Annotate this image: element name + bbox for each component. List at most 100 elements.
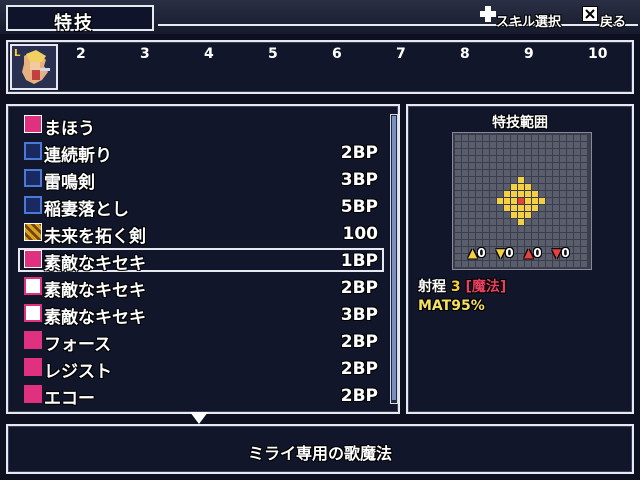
range-info: 射程 3 [魔法] — [418, 276, 506, 296]
range-grid-cell — [455, 142, 461, 148]
party-slot-7[interactable]: 7 — [396, 46, 406, 62]
range-label: 射程 — [418, 279, 446, 295]
miracle-song-plus1-icon — [24, 277, 42, 295]
range-target-cell — [511, 212, 517, 218]
range-grid-cell — [532, 142, 538, 148]
range-grid-cell — [455, 219, 461, 225]
range-grid-cell — [469, 177, 475, 183]
skill-cost: 2BP — [340, 386, 378, 406]
range-grid-cell — [462, 205, 468, 211]
range-grid-cell — [518, 135, 524, 141]
skill-row-renzokugiri[interactable]: 連続斬り 2BP — [22, 139, 384, 166]
range-grid-cell — [560, 163, 566, 169]
range-grid-cell — [539, 212, 545, 218]
skill-row-suteki-na-kiseki-1[interactable]: 素敵なキセキ 1BP — [22, 247, 384, 274]
future-sword-icon — [24, 223, 42, 241]
range-grid-cell — [518, 149, 524, 155]
range-grid-cell — [539, 149, 545, 155]
party-slot-1[interactable]: L — [10, 44, 58, 90]
range-grid-cell — [469, 184, 475, 190]
range-target-cell — [497, 198, 503, 204]
range-grid-cell — [581, 177, 587, 183]
range-grid-cell — [532, 149, 538, 155]
range-grid-cell — [553, 233, 559, 239]
party-slot-9[interactable]: 9 — [524, 46, 534, 62]
hint-back-label[interactable]: 戻る — [600, 11, 626, 30]
range-grid-cell — [546, 135, 552, 141]
skill-name: 素敵なキセキ — [44, 308, 146, 328]
range-grid-cell — [469, 135, 475, 141]
party-slot-3[interactable]: 3 — [140, 46, 150, 62]
range-grid-cell — [490, 156, 496, 162]
range-target-cell — [539, 198, 545, 204]
skill-row-echo[interactable]: エコー 2BP — [22, 382, 384, 409]
range-target-cell — [525, 198, 531, 204]
range-grid-cell — [497, 261, 503, 267]
range-grid-cell — [518, 170, 524, 176]
skill-row-inazuma-otoshi[interactable]: 稲妻落とし 5BP — [22, 193, 384, 220]
range-grid-cell — [511, 135, 517, 141]
skill-row-suteki-na-kiseki-2[interactable]: 素敵なキセキ 2BP — [22, 274, 384, 301]
range-grid-cell — [567, 177, 573, 183]
range-grid-cell — [581, 149, 587, 155]
party-slot-6[interactable]: 6 — [332, 46, 342, 62]
range-grid-cell — [483, 226, 489, 232]
range-grid-cell — [462, 163, 468, 169]
range-grid-cell — [574, 163, 580, 169]
range-grid-cell — [581, 170, 587, 176]
range-grid-cell — [518, 233, 524, 239]
skill-name: 稲妻落とし — [44, 200, 129, 220]
range-grid-cell — [469, 226, 475, 232]
skill-description: ミライ専用の歌魔法 — [247, 444, 392, 463]
range-grid-cell — [518, 226, 524, 232]
range-grid-cell — [483, 184, 489, 190]
range-grid-cell — [539, 261, 545, 267]
party-slot-8[interactable]: 8 — [460, 46, 470, 62]
skill-row-resist[interactable]: レジスト 2BP — [22, 355, 384, 382]
skill-row-magic[interactable]: まほう — [22, 112, 384, 139]
range-grid-cell — [455, 149, 461, 155]
skill-list-scrollbar[interactable] — [390, 114, 398, 404]
range-grid-cell — [497, 163, 503, 169]
skill-row-mirai-ken[interactable]: 未来を拓く剣 100 — [22, 220, 384, 247]
range-grid-cell — [539, 163, 545, 169]
range-grid-cell — [546, 261, 552, 267]
scrollbar-thumb[interactable] — [392, 116, 396, 400]
miracle-song-plus2-icon — [24, 304, 42, 322]
party-slot-4[interactable]: 4 — [204, 46, 214, 62]
up-arrow-yellow-icon: ▲ — [468, 246, 478, 260]
range-grid-cell — [567, 198, 573, 204]
range-grid-cell — [581, 184, 587, 190]
party-slot-10[interactable]: 10 — [588, 46, 607, 62]
range-grid-cell — [469, 205, 475, 211]
range-grid-cell — [497, 156, 503, 162]
range-grid-cell — [497, 219, 503, 225]
range-grid-cell — [462, 170, 468, 176]
range-grid-cell — [532, 261, 538, 267]
range-target-cell — [532, 191, 538, 197]
party-slot-5[interactable]: 5 — [268, 46, 278, 62]
party-slot-2[interactable]: 2 — [76, 46, 86, 62]
skill-row-suteki-na-kiseki-3[interactable]: 素敵なキセキ 3BP — [22, 301, 384, 328]
range-grid-cell — [553, 261, 559, 267]
range-grid-cell — [511, 233, 517, 239]
range-target-cell — [518, 184, 524, 190]
range-grid-cell — [476, 184, 482, 190]
range-grid-cell — [567, 261, 573, 267]
x-button-icon[interactable] — [582, 6, 598, 22]
range-grid-cell — [504, 177, 510, 183]
skill-cost: 2BP — [340, 143, 378, 163]
range-grid-cell — [490, 219, 496, 225]
range-grid-cell — [455, 156, 461, 162]
range-grid-cell — [490, 163, 496, 169]
range-grid-cell — [560, 198, 566, 204]
range-grid-cell — [476, 205, 482, 211]
range-grid-cell — [504, 219, 510, 225]
skill-row-force[interactable]: フォース 2BP — [22, 328, 384, 355]
up-arrow-red-icon: ▲ — [524, 246, 534, 260]
range-grid-cell — [560, 135, 566, 141]
range-grid-cell — [504, 226, 510, 232]
skill-row-raimeiken[interactable]: 雷鳴剣 3BP — [22, 166, 384, 193]
scroll-down-arrow-icon[interactable] — [190, 412, 208, 424]
range-grid-cell — [518, 156, 524, 162]
